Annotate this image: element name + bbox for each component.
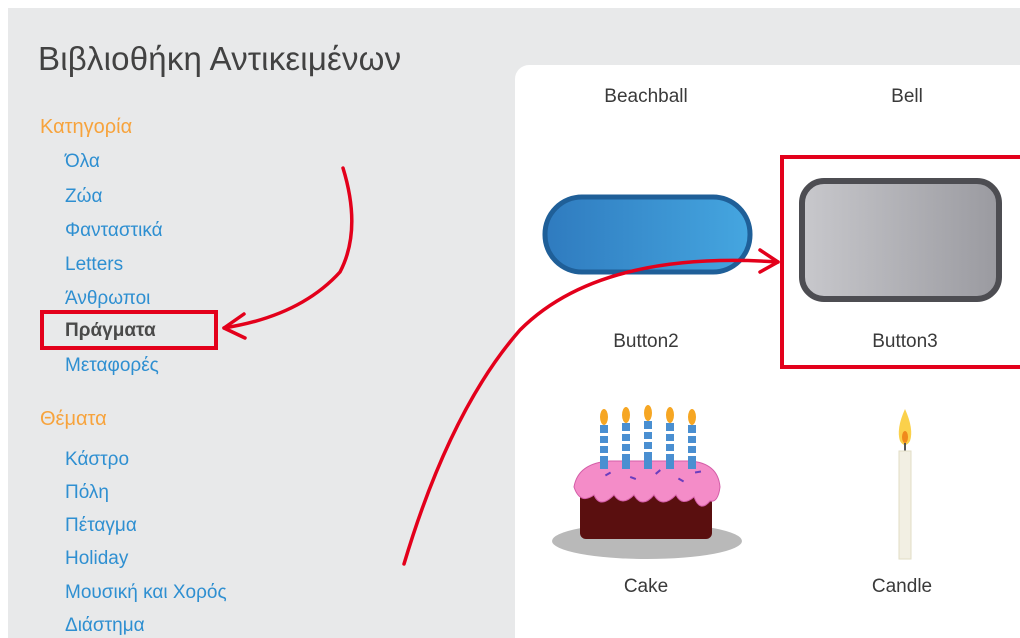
theme-item-flying[interactable]: Πέταγμα [65, 515, 137, 537]
category-item-animals[interactable]: Ζώα [65, 186, 102, 208]
blue-pill-button-icon [542, 194, 753, 275]
theme-item-city[interactable]: Πόλη [65, 482, 109, 504]
sprite-label-cake: Cake [623, 576, 669, 597]
sprite-label-bell: Bell [891, 86, 923, 107]
sprite-label-button2: Button2 [613, 331, 679, 352]
sprite-label-beachball: Beachball [604, 86, 688, 107]
theme-item-holiday[interactable]: Holiday [65, 548, 128, 570]
category-item-fantasy[interactable]: Φανταστικά [65, 220, 163, 242]
category-item-all[interactable]: Όλα [65, 151, 100, 173]
gray-rounded-button-icon [799, 178, 1002, 302]
category-heading: Κατηγορία [40, 116, 133, 138]
category-item-transport[interactable]: Μεταφορές [65, 355, 159, 377]
category-item-letters[interactable]: Letters [65, 254, 123, 276]
candle-icon [898, 409, 912, 560]
sprite-tile-cake[interactable] [550, 405, 745, 565]
category-item-people[interactable]: Άνθρωποι [65, 288, 150, 310]
sprite-tile-candle[interactable] [880, 405, 930, 565]
page-title: Βιβλιοθήκη Αντικειμένων [38, 40, 402, 77]
category-item-things[interactable]: Πράγματα [65, 320, 156, 342]
birthday-cake-icon [552, 405, 742, 559]
sprite-label-candle: Candle [871, 576, 933, 597]
theme-item-space[interactable]: Διάστημα [65, 615, 145, 637]
sprite-label-button3: Button3 [872, 331, 938, 352]
themes-heading: Θέματα [40, 408, 107, 430]
theme-item-music-dance[interactable]: Μουσική και Χορός [65, 582, 227, 604]
theme-item-castle[interactable]: Κάστρο [65, 449, 129, 471]
